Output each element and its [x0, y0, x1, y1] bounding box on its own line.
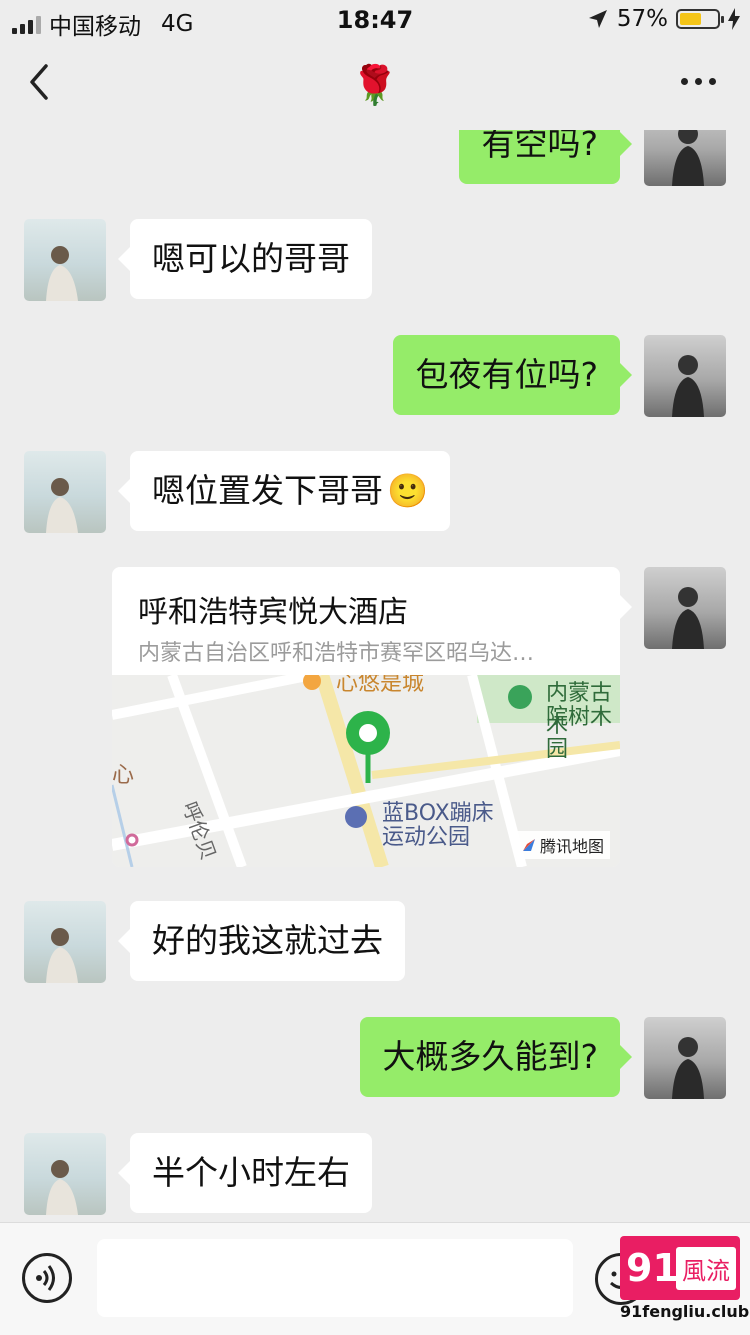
my-avatar[interactable]	[644, 1017, 726, 1099]
map-label-park-2: 院树木园	[546, 705, 613, 762]
battery-icon	[676, 9, 724, 29]
message-bubble-received[interactable]: 嗯可以的哥哥	[118, 219, 372, 299]
person-silhouette-icon	[672, 1037, 704, 1099]
location-name: 呼和浩特宾悦大酒店	[138, 595, 408, 630]
message-bubble-received[interactable]: 好的我这就过去	[118, 901, 405, 981]
location-arrow-icon	[588, 10, 607, 28]
watermark-url: 91fengliu.club	[620, 1302, 750, 1321]
message-bubble-sent[interactable]: 大概多久能到?	[360, 1017, 632, 1097]
message-text: 有空吗?	[481, 130, 598, 163]
message-text: 嗯位置发下哥哥	[152, 471, 383, 510]
my-avatar[interactable]	[644, 130, 726, 186]
watermark-text: 風流	[676, 1246, 736, 1290]
message-text: 大概多久能到?	[382, 1037, 598, 1076]
voice-icon	[36, 1265, 55, 1291]
status-bar: 中国移动 4G 18:47 57%	[0, 0, 750, 42]
location-address: 内蒙古自治区呼和浩特市赛罕区昭乌达…	[138, 641, 535, 666]
chevron-left-icon	[30, 64, 48, 100]
charging-bolt-icon	[728, 8, 740, 30]
message-bubble-sent[interactable]: 包夜有位吗?	[393, 335, 632, 415]
map-label-poi-top: 心悠是城	[336, 675, 425, 696]
chat-message-list[interactable]: 有空吗? 嗯可以的哥哥 包夜有位吗? 嗯位置发下哥哥 🙂 呼和浩特宾悦大酒店 内蒙…	[0, 130, 750, 1220]
message-text: 嗯可以的哥哥	[152, 239, 350, 278]
person-silhouette-icon	[672, 355, 704, 417]
message-bubble-received[interactable]: 半个小时左右	[118, 1133, 372, 1213]
voice-button[interactable]	[22, 1253, 72, 1303]
message-text: 包夜有位吗?	[415, 355, 598, 394]
battery-fill	[680, 13, 701, 25]
contact-avatar[interactable]	[24, 219, 106, 301]
tencent-map-icon	[522, 839, 535, 851]
contact-avatar[interactable]	[24, 451, 106, 533]
person-silhouette-icon	[46, 246, 78, 301]
map-label-poi-2: 运动公园	[382, 825, 471, 850]
more-button[interactable]	[681, 70, 716, 93]
map-attribution: 腾讯地图	[515, 831, 610, 859]
back-button[interactable]	[24, 62, 64, 110]
contact-avatar[interactable]	[24, 901, 106, 983]
map-label-left: 心	[112, 763, 135, 788]
status-right: 57%	[587, 6, 740, 32]
watermark-number: 91	[626, 1246, 679, 1290]
battery-percent: 57%	[616, 6, 668, 32]
person-silhouette-icon	[672, 130, 704, 186]
location-message-card[interactable]: 呼和浩特宾悦大酒店 内蒙古自治区呼和浩特市赛罕区昭乌达… 心悠是城 内蒙古木 院…	[112, 567, 632, 867]
person-silhouette-icon	[46, 1160, 78, 1215]
my-avatar[interactable]	[644, 567, 726, 649]
smiley-emoji-icon: 🙂	[387, 471, 429, 510]
chat-header: 🌹	[0, 42, 750, 130]
message-bubble-sent[interactable]: 有空吗?	[459, 130, 632, 184]
person-silhouette-icon	[46, 928, 78, 983]
ellipsis-icon	[681, 78, 688, 85]
message-input[interactable]	[97, 1239, 573, 1317]
contact-avatar[interactable]	[24, 1133, 106, 1215]
rose-emoji-title: 🌹	[351, 63, 399, 107]
site-watermark: 91 風流 91fengliu.club	[620, 1236, 749, 1328]
watermark-logo: 91 風流	[620, 1236, 740, 1300]
person-silhouette-icon	[672, 587, 704, 649]
message-text: 好的我这就过去	[152, 921, 383, 960]
location-map-preview[interactable]: 心悠是城 内蒙古木 院树木园 心 呼伦贝 蓝BOX蹦床 运动公园 腾讯地图	[112, 675, 620, 867]
message-text: 半个小时左右	[152, 1153, 350, 1192]
message-bubble-received[interactable]: 嗯位置发下哥哥 🙂	[117, 451, 451, 531]
my-avatar[interactable]	[644, 335, 726, 417]
person-silhouette-icon	[46, 478, 78, 533]
